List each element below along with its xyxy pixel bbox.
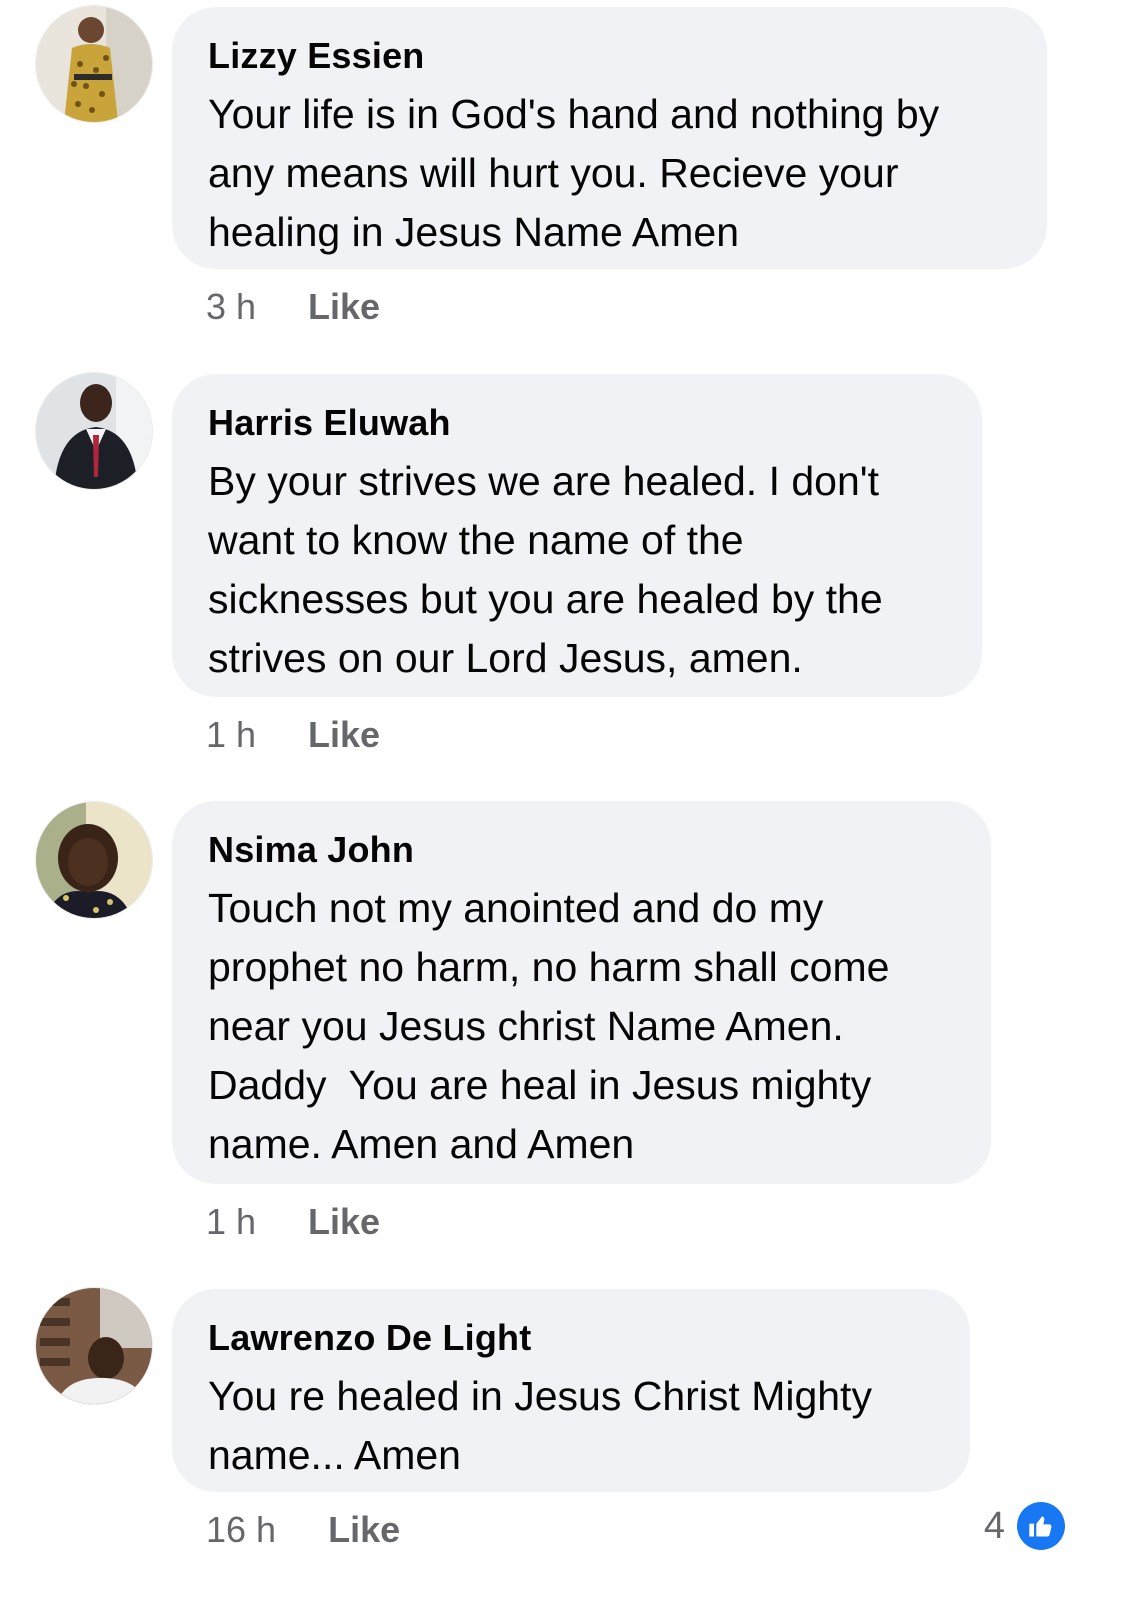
comment-author[interactable]: Nsima John bbox=[208, 829, 955, 871]
comment-time[interactable]: 1 h bbox=[206, 714, 256, 756]
profile-photo bbox=[36, 6, 152, 122]
like-button[interactable]: Like bbox=[328, 1509, 400, 1551]
reaction-count: 4 bbox=[983, 1504, 1005, 1547]
avatar-lizzy-essien[interactable] bbox=[36, 6, 152, 122]
comment-author[interactable]: Lawrenzo De Light bbox=[208, 1317, 934, 1359]
comment-time[interactable]: 16 h bbox=[206, 1509, 276, 1551]
like-button[interactable]: Like bbox=[308, 286, 380, 328]
profile-photo bbox=[36, 373, 152, 489]
comment-text: Touch not my anointed and do my prophet … bbox=[208, 885, 890, 1167]
comment-text: You re healed in Jesus Christ Mighty nam… bbox=[208, 1373, 872, 1478]
avatar-harris-eluwah[interactable] bbox=[36, 373, 152, 489]
comment-time[interactable]: 1 h bbox=[206, 1201, 256, 1243]
comment-author[interactable]: Harris Eluwah bbox=[208, 402, 946, 444]
profile-photo bbox=[36, 802, 152, 918]
comment-bubble: Nsima John Touch not my anointed and do … bbox=[172, 801, 991, 1184]
comment-text: By your strives we are healed. I don't w… bbox=[208, 458, 883, 681]
comment-bubble: Harris Eluwah By your strives we are hea… bbox=[172, 374, 982, 697]
like-button[interactable]: Like bbox=[308, 1201, 380, 1243]
profile-photo bbox=[36, 1288, 152, 1404]
avatar-lawrenzo-de-light[interactable] bbox=[36, 1288, 152, 1404]
comment-bubble: Lizzy Essien Your life is in God's hand … bbox=[172, 7, 1047, 269]
comment-bubble: Lawrenzo De Light You re healed in Jesus… bbox=[172, 1289, 970, 1492]
comment-time[interactable]: 3 h bbox=[206, 286, 256, 328]
like-button[interactable]: Like bbox=[308, 714, 380, 756]
comment-meta: 1 h Like bbox=[206, 1201, 380, 1243]
avatar-nsima-john[interactable] bbox=[36, 802, 152, 918]
comment-author[interactable]: Lizzy Essien bbox=[208, 35, 1011, 77]
thumbs-up-icon bbox=[1017, 1502, 1065, 1550]
reaction-summary[interactable]: 4 bbox=[984, 1502, 1065, 1550]
comment-meta: 16 h Like bbox=[206, 1509, 400, 1551]
comment-meta: 1 h Like bbox=[206, 714, 380, 756]
comment-meta: 3 h Like bbox=[206, 286, 380, 328]
comment-text: Your life is in God's hand and nothing b… bbox=[208, 91, 940, 255]
